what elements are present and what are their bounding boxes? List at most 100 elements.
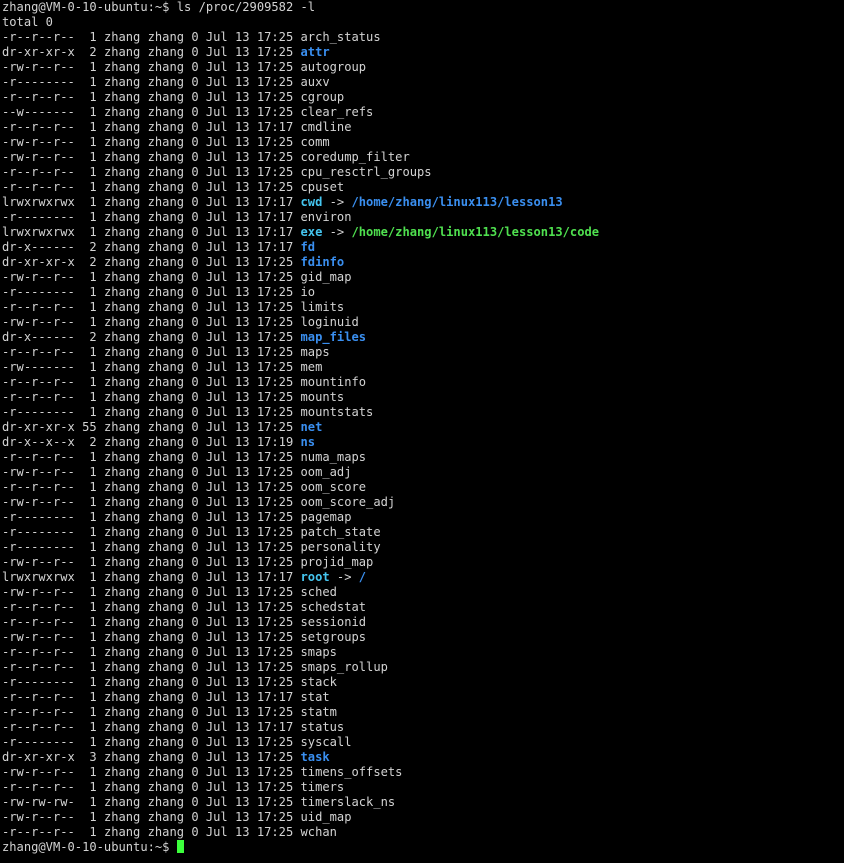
listing-row: -r--r--r-- 1 zhang zhang 0 Jul 13 17:25 … <box>2 30 844 45</box>
file-permissions: dr-x------ <box>2 240 75 254</box>
file-day: 13 <box>235 585 250 599</box>
link-count: 1 <box>82 390 97 404</box>
listing-row: -rw------- 1 zhang zhang 0 Jul 13 17:25 … <box>2 360 844 375</box>
file-metadata: -rw-r--r-- 1 zhang zhang 0 Jul 13 17:25 <box>2 135 301 149</box>
file-permissions: -r-------- <box>2 540 75 554</box>
link-count: 1 <box>82 480 97 494</box>
file-time: 17:25 <box>256 750 294 764</box>
file-month: Jul <box>205 390 228 404</box>
file-time: 17:25 <box>256 465 294 479</box>
file-name: sessionid <box>300 615 367 629</box>
file-name: oom_score <box>300 480 367 494</box>
file-size: 0 <box>191 285 199 299</box>
file-time: 17:17 <box>256 210 294 224</box>
file-metadata: -r-------- 1 zhang zhang 0 Jul 13 17:25 <box>2 540 301 554</box>
file-size: 0 <box>191 825 199 839</box>
file-metadata: -r-------- 1 zhang zhang 0 Jul 13 17:17 <box>2 210 301 224</box>
link-count: 2 <box>82 255 97 269</box>
file-owner: zhang <box>103 810 141 824</box>
file-owner: zhang <box>103 390 141 404</box>
file-time: 17:25 <box>256 585 294 599</box>
file-name: maps <box>300 345 330 359</box>
directory-listing: -r--r--r-- 1 zhang zhang 0 Jul 13 17:25 … <box>2 30 844 840</box>
listing-row: -r--r--r-- 1 zhang zhang 0 Jul 13 17:25 … <box>2 600 844 615</box>
file-day: 13 <box>235 30 250 44</box>
listing-row: -rw-r--r-- 1 zhang zhang 0 Jul 13 17:25 … <box>2 60 844 75</box>
file-time: 17:25 <box>256 75 294 89</box>
file-size: 0 <box>191 630 199 644</box>
input-text[interactable] <box>169 840 176 854</box>
file-owner: zhang <box>103 60 141 74</box>
listing-row: dr-x------ 2 zhang zhang 0 Jul 13 17:17 … <box>2 240 844 255</box>
file-name: cpu_resctrl_groups <box>300 165 432 179</box>
file-time: 17:25 <box>256 810 294 824</box>
file-group: zhang <box>147 600 185 614</box>
file-month: Jul <box>205 525 228 539</box>
link-count: 1 <box>82 585 97 599</box>
file-metadata: lrwxrwxrwx 1 zhang zhang 0 Jul 13 17:17 <box>2 570 301 584</box>
active-prompt-line[interactable]: zhang@VM-0-10-ubuntu:~$ <box>2 840 844 855</box>
file-permissions: -r--r--r-- <box>2 390 75 404</box>
listing-row: --w------- 1 zhang zhang 0 Jul 13 17:25 … <box>2 105 844 120</box>
file-size: 0 <box>191 540 199 554</box>
file-time: 17:25 <box>256 450 294 464</box>
file-month: Jul <box>205 105 228 119</box>
file-owner: zhang <box>103 795 141 809</box>
file-name: arch_status <box>300 30 381 44</box>
file-day: 13 <box>235 825 250 839</box>
file-permissions: -rw-rw-rw- <box>2 795 75 809</box>
file-metadata: -r-------- 1 zhang zhang 0 Jul 13 17:25 <box>2 735 301 749</box>
file-group: zhang <box>147 810 185 824</box>
file-day: 13 <box>235 795 250 809</box>
file-metadata: -r--r--r-- 1 zhang zhang 0 Jul 13 17:25 <box>2 480 301 494</box>
file-group: zhang <box>147 705 185 719</box>
file-day: 13 <box>235 120 250 134</box>
file-owner: zhang <box>103 525 141 539</box>
file-owner: zhang <box>103 195 141 209</box>
file-name: oom_score_adj <box>300 495 396 509</box>
file-size: 0 <box>191 765 199 779</box>
file-group: zhang <box>147 255 185 269</box>
file-group: zhang <box>147 480 185 494</box>
file-name: uid_map <box>300 810 352 824</box>
listing-row: -r--r--r-- 1 zhang zhang 0 Jul 13 17:25 … <box>2 705 844 720</box>
file-metadata: -r--r--r-- 1 zhang zhang 0 Jul 13 17:17 <box>2 120 301 134</box>
file-time: 17:19 <box>256 435 294 449</box>
link-count: 1 <box>82 270 97 284</box>
link-count: 1 <box>82 510 97 524</box>
file-metadata: -r--r--r-- 1 zhang zhang 0 Jul 13 17:25 <box>2 705 301 719</box>
file-permissions: -r--r--r-- <box>2 690 75 704</box>
file-name: smaps <box>300 645 337 659</box>
link-count: 1 <box>82 285 97 299</box>
file-owner: zhang <box>103 255 141 269</box>
file-size: 0 <box>191 270 199 284</box>
listing-row: dr-x--x--x 2 zhang zhang 0 Jul 13 17:19 … <box>2 435 844 450</box>
file-permissions: -r-------- <box>2 675 75 689</box>
file-group: zhang <box>147 225 185 239</box>
file-time: 17:17 <box>256 195 294 209</box>
file-month: Jul <box>205 195 228 209</box>
file-group: zhang <box>147 735 185 749</box>
file-time: 17:25 <box>256 330 294 344</box>
file-day: 13 <box>235 810 250 824</box>
file-metadata: -r--r--r-- 1 zhang zhang 0 Jul 13 17:25 <box>2 450 301 464</box>
file-group: zhang <box>147 180 185 194</box>
file-time: 17:25 <box>256 765 294 779</box>
file-metadata: -r--r--r-- 1 zhang zhang 0 Jul 13 17:25 <box>2 345 301 359</box>
file-month: Jul <box>205 780 228 794</box>
file-permissions: dr-xr-xr-x <box>2 420 75 434</box>
file-permissions: -r--r--r-- <box>2 375 75 389</box>
file-group: zhang <box>147 555 185 569</box>
listing-row: -rw-r--r-- 1 zhang zhang 0 Jul 13 17:25 … <box>2 555 844 570</box>
file-metadata: -r--r--r-- 1 zhang zhang 0 Jul 13 17:25 <box>2 180 301 194</box>
file-metadata: -r--r--r-- 1 zhang zhang 0 Jul 13 17:25 <box>2 375 301 389</box>
file-metadata: -r-------- 1 zhang zhang 0 Jul 13 17:25 <box>2 75 301 89</box>
link-count: 1 <box>82 615 97 629</box>
file-size: 0 <box>191 435 199 449</box>
terminal-window[interactable]: zhang@VM-0-10-ubuntu:~$ ls /proc/2909582… <box>0 0 844 863</box>
file-day: 13 <box>235 45 250 59</box>
file-time: 17:25 <box>256 615 294 629</box>
file-owner: zhang <box>103 135 141 149</box>
listing-row: -r-------- 1 zhang zhang 0 Jul 13 17:25 … <box>2 510 844 525</box>
link-count: 1 <box>82 405 97 419</box>
